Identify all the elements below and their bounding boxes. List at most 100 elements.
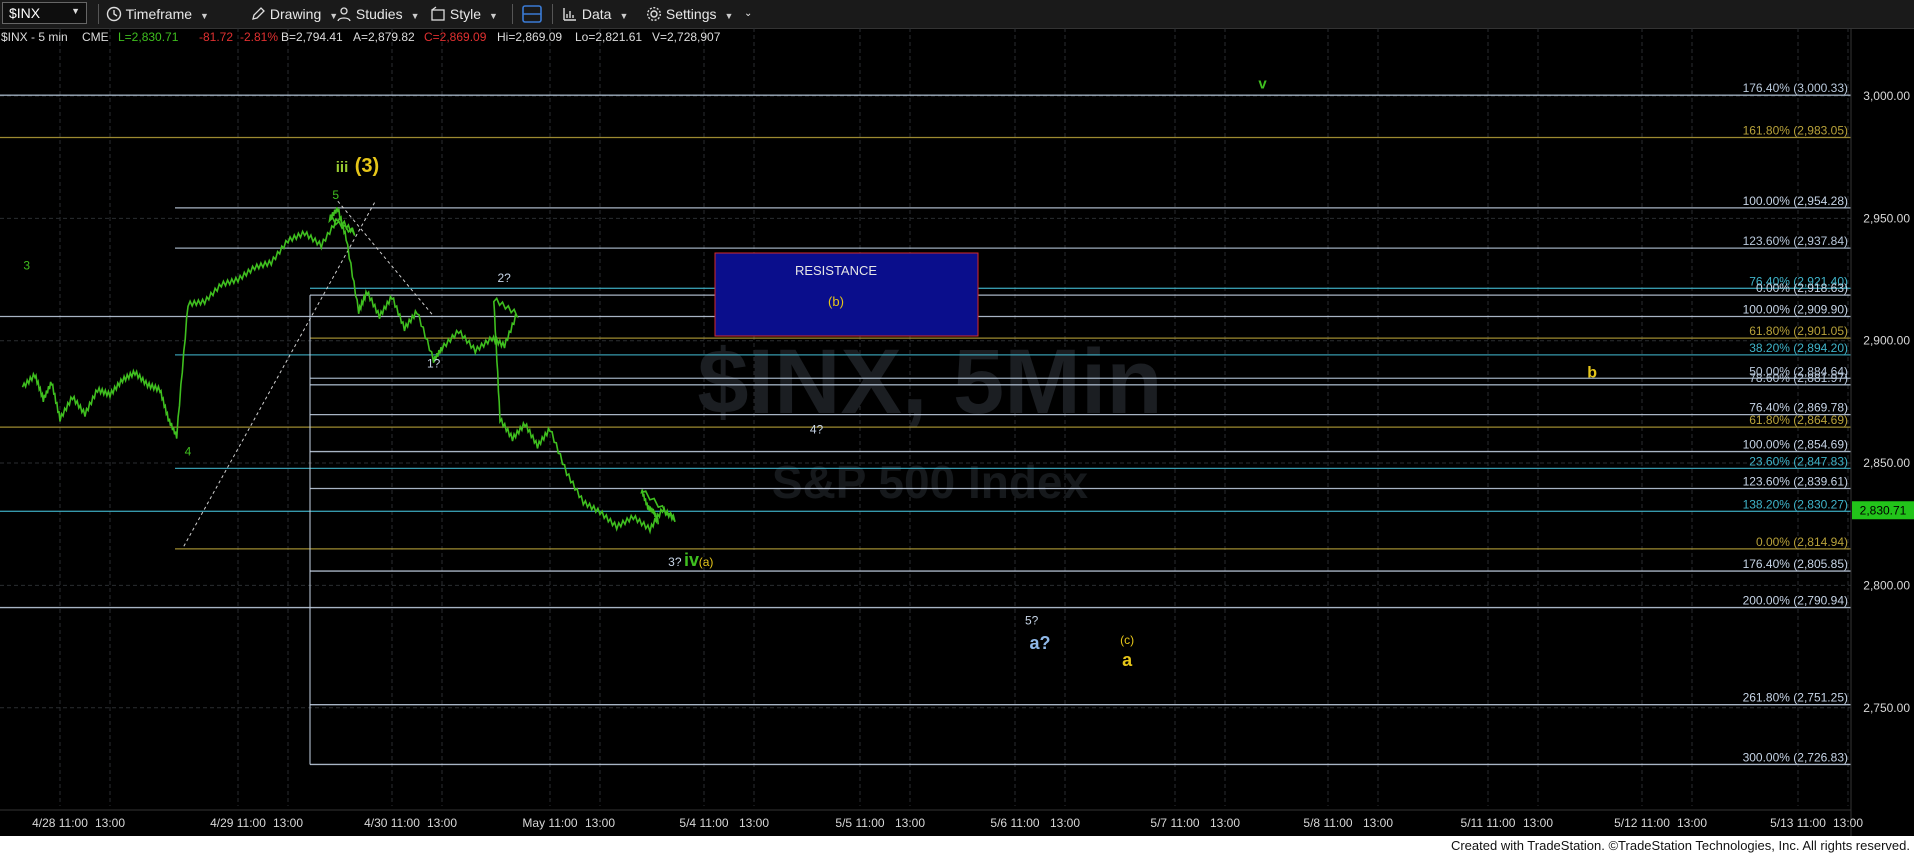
footer: Created with TradeStation. ©TradeStation…	[0, 836, 1914, 856]
fib-level-label: 161.80% (2,983.05)	[1743, 123, 1848, 137]
chevron-down-icon: ▼	[724, 11, 734, 21]
copyright-text: Created with TradeStation. ©TradeStation…	[1450, 838, 1910, 853]
fib-level-label: 176.40% (3,000.33)	[1743, 81, 1848, 95]
time-axis-label: 13:00	[1833, 816, 1863, 830]
time-axis-label: 5/5 11:00	[835, 816, 884, 830]
header-exchange: CME	[82, 30, 109, 44]
time-axis-label: 13:00	[895, 816, 925, 830]
wave-label: 3	[23, 259, 30, 273]
wave-label: a	[1122, 650, 1133, 670]
symbol-input[interactable]: $INX ▼	[2, 2, 87, 24]
bar-chart-icon	[563, 8, 576, 21]
header-ask: A=2,879.82	[353, 30, 415, 44]
header-change: -81.72	[199, 30, 234, 44]
wave-label: v	[1258, 76, 1267, 93]
fib-level-label: 0.00% (2,814.94)	[1756, 535, 1848, 549]
fib-level-label: 261.80% (2,751.25)	[1743, 691, 1848, 705]
price-axis: 3,000.00 2,950.00 2,900.00 2,850.00 2,800.00…	[1850, 28, 1914, 836]
time-axis-label: 13:00	[1677, 816, 1707, 830]
time-axis-label: 13:00	[1210, 816, 1240, 830]
time-axis-label: 5/13 11:00	[1770, 816, 1826, 830]
symbol-value: $INX	[9, 5, 41, 21]
wave-label: 1?	[427, 357, 441, 371]
pencil-icon	[252, 7, 265, 20]
drawing-button[interactable]: Drawing ▼	[250, 4, 338, 24]
time-axis-label: May 11:00	[522, 816, 577, 830]
wave-label: (3)	[355, 155, 379, 177]
time-axis-label: 13:00	[739, 816, 769, 830]
header-bid: B=2,794.41	[281, 30, 343, 44]
timeframe-button[interactable]: Timeframe ▼	[106, 4, 209, 24]
toolbar-overflow-button[interactable]: ⌄	[744, 4, 752, 24]
price-line	[21, 207, 676, 535]
time-axis-label: 13:00	[427, 816, 457, 830]
studies-label: Studies	[355, 6, 403, 22]
time-axis-label: 4/30 11:00	[364, 816, 420, 830]
wave-label: 2?	[497, 271, 511, 285]
time-axis-label: 5/4 11:00	[679, 816, 728, 830]
fib-level-label: 123.60% (2,937.84)	[1743, 234, 1848, 248]
fib-level-label: 300.00% (2,726.83)	[1743, 750, 1848, 764]
header-close: C=2,869.09	[424, 30, 487, 44]
chevron-down-icon: ▼	[410, 11, 420, 21]
fib-level-label: 61.80% (2,901.05)	[1749, 324, 1848, 338]
price-series	[21, 207, 676, 535]
resistance-box[interactable]: RESISTANCE (b)	[714, 252, 979, 337]
time-axis: 4/28 11:00 13:00 4/29 11:00 13:00 4/30 11:00…	[0, 809, 1863, 830]
watermark-subtitle: S&P 500 Index	[772, 456, 1089, 508]
header-bar: $INX - 5 min CME L=2,830.71 -81.72 -2.81…	[0, 30, 1200, 46]
time-axis-label: 13:00	[1050, 816, 1080, 830]
toolbar-divider	[512, 4, 513, 24]
chevron-down-icon: ▼	[619, 11, 629, 21]
time-axis-label: 13:00	[1363, 816, 1393, 830]
wave-label: a?	[1029, 633, 1050, 653]
chart-area[interactable]: $INX, 5Min S&P 500 Index 176.40% (3,000.…	[0, 28, 1914, 856]
fib-level-label: 61.80% (2,864.69)	[1749, 413, 1848, 427]
price-chart[interactable]: $INX, 5Min S&P 500 Index 176.40% (3,000.…	[0, 28, 1914, 836]
drawing-label: Drawing	[269, 6, 322, 22]
time-axis-label: 13:00	[585, 816, 615, 830]
header-lo: Lo=2,821.61	[575, 30, 643, 44]
chevron-down-icon[interactable]: ▼	[71, 6, 80, 16]
time-axis-label: 5/12 11:00	[1614, 816, 1670, 830]
fib-level-label: 0.00% (2,918.63)	[1756, 281, 1848, 295]
layout-icon	[522, 5, 542, 23]
data-label: Data	[581, 6, 612, 22]
wave-label: 4	[185, 445, 192, 459]
header-hi: Hi=2,869.09	[497, 30, 563, 44]
time-axis-label: 5/7 11:00	[1150, 816, 1199, 830]
layout-button[interactable]	[522, 4, 542, 24]
wave-label: 5	[332, 188, 339, 202]
style-label: Style	[449, 6, 482, 22]
time-axis-label: 5/8 11:00	[1303, 816, 1352, 830]
fib-level-label: 78.60% (2,881.97)	[1749, 371, 1848, 385]
price-axis-label: 3,000.00	[1863, 89, 1910, 103]
time-axis-label: 5/6 11:00	[990, 816, 1039, 830]
fib-level-label: 38.20% (2,894.20)	[1749, 341, 1848, 355]
fib-level-label: 138.20% (2,830.27)	[1743, 497, 1848, 511]
data-button[interactable]: Data ▼	[562, 4, 628, 24]
time-axis-label: 13:00	[95, 816, 125, 830]
wave-label: b	[1587, 364, 1597, 381]
wave-label: 5?	[1025, 614, 1039, 628]
studies-button[interactable]: Studies ▼	[336, 4, 420, 24]
time-axis-label: 4/29 11:00	[210, 816, 266, 830]
style-button[interactable]: Style ▼	[430, 4, 498, 24]
settings-button[interactable]: Settings ▼	[646, 4, 733, 24]
price-axis-label: 2,950.00	[1863, 211, 1910, 225]
price-axis-label: 2,800.00	[1863, 578, 1910, 592]
fib-level-label: 123.60% (2,839.61)	[1743, 474, 1848, 488]
wave-label: (c)	[1120, 633, 1134, 647]
header-volume: V=2,728,907	[652, 30, 721, 44]
last-price-label: 2,830.71	[1860, 503, 1907, 517]
fib-level-label: 100.00% (2,909.90)	[1743, 302, 1848, 316]
wave-label: iv	[684, 550, 699, 570]
header-symbol: $INX - 5 min	[1, 30, 68, 44]
price-axis-label: 2,900.00	[1863, 334, 1910, 348]
studies-icon	[337, 7, 351, 22]
time-axis-label: 5/11 11:00	[1461, 816, 1516, 830]
timeframe-label: Timeframe	[125, 6, 193, 22]
toolbar-divider	[98, 4, 99, 24]
price-axis-label: 2,850.00	[1863, 456, 1910, 470]
clock-icon	[106, 6, 122, 22]
